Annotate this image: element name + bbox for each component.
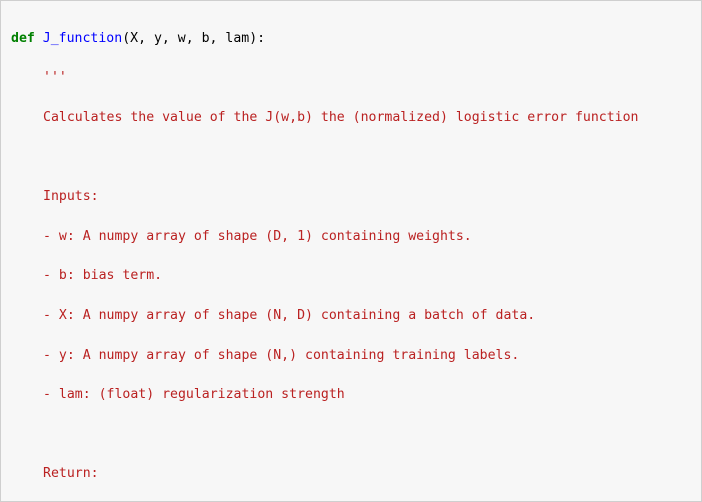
code-line-doc: - y: A numpy array of shape (N,) contain… <box>11 346 701 366</box>
code-line-doc: - lam: (float) regularization strength <box>11 385 701 405</box>
code-cell[interactable]: def J_function(X, y, w, b, lam): ''' Cal… <box>0 0 702 502</box>
docstring-open: ''' <box>43 70 67 85</box>
docstring-text: - lam: (float) regularization strength <box>43 387 345 402</box>
code-line-doc: Return: <box>11 464 701 484</box>
signature: (X, y, w, b, lam): <box>122 31 265 46</box>
docstring-text: - y: A numpy array of shape (N,) contain… <box>43 348 519 363</box>
function-name: J_function <box>43 31 122 46</box>
code-line-blank <box>11 425 701 445</box>
docstring-text: Return: <box>43 466 99 481</box>
docstring-text: - b: bias term. <box>43 268 162 283</box>
code-line-doc: - b: bias term. <box>11 266 701 286</box>
keyword-def: def <box>11 31 35 46</box>
docstring-text: - X: A numpy array of shape (N, D) conta… <box>43 308 535 323</box>
docstring-text: Inputs: <box>43 189 99 204</box>
code-line-doc: - w: A numpy array of shape (D, 1) conta… <box>11 227 701 247</box>
docstring-text: - w: A numpy array of shape (D, 1) conta… <box>43 229 472 244</box>
code-line-def: def J_function(X, y, w, b, lam): <box>11 29 701 49</box>
code-line-doc: Calculates the value of the J(w,b) the (… <box>11 108 701 128</box>
code-line-blank <box>11 148 701 168</box>
code-line-doc: Inputs: <box>11 187 701 207</box>
code-line-doc: - X: A numpy array of shape (N, D) conta… <box>11 306 701 326</box>
docstring-text: Calculates the value of the J(w,b) the (… <box>43 110 638 125</box>
code-line-doc-open: ''' <box>11 68 701 88</box>
